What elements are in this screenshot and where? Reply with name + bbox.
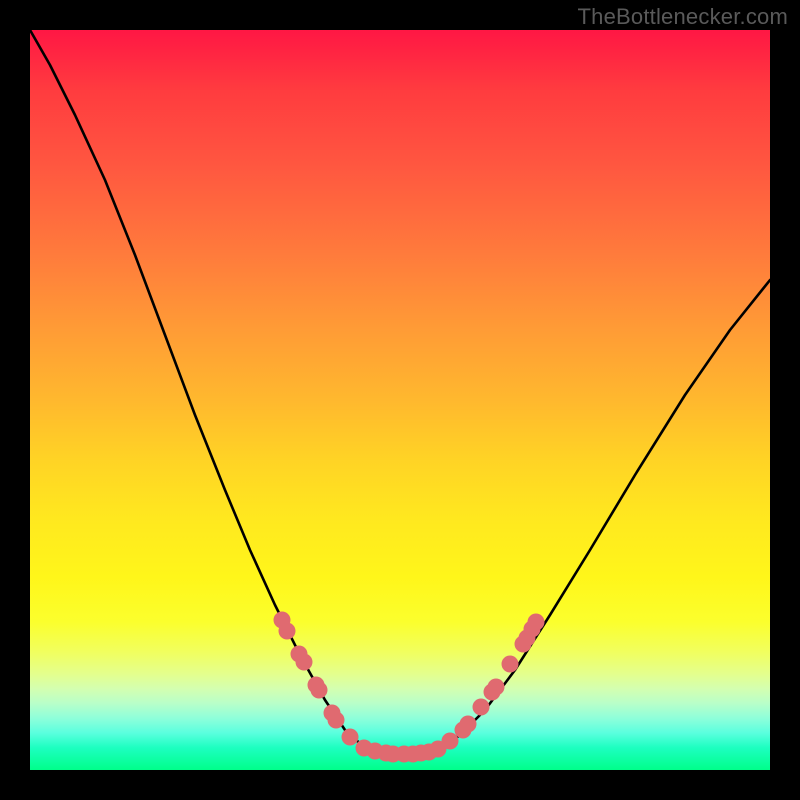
watermark-text: TheBottlenecker.com: [578, 4, 788, 30]
gradient-background: [30, 30, 770, 770]
chart-frame: TheBottlenecker.com: [0, 0, 800, 800]
plot-area: [30, 30, 770, 770]
